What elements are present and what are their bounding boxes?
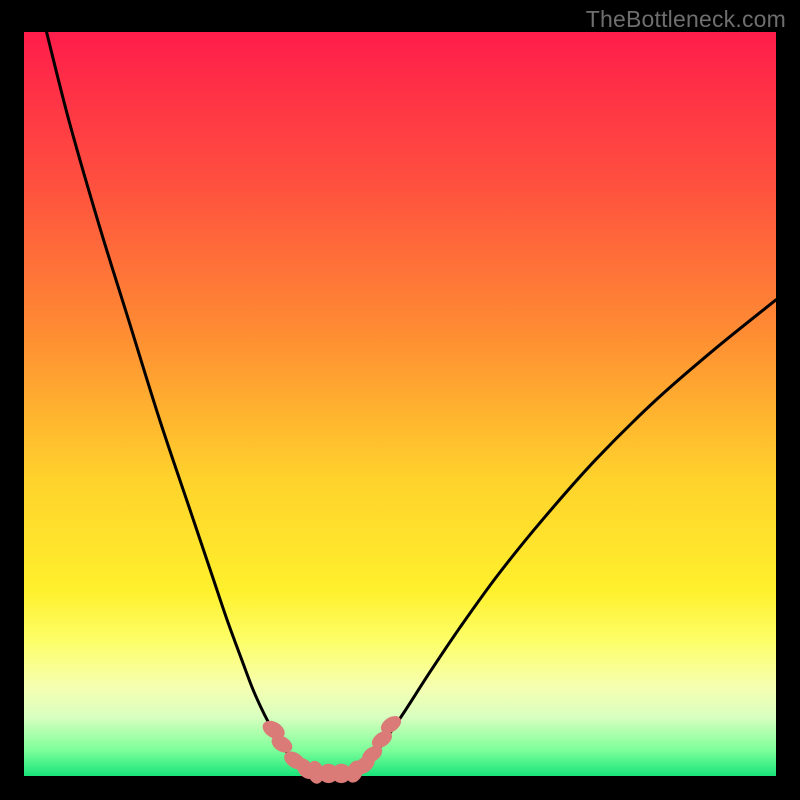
watermark-text: TheBottleneck.com [586, 6, 786, 33]
plot-background [24, 32, 776, 776]
bottleneck-curve-chart [0, 0, 800, 800]
chart-stage: TheBottleneck.com [0, 0, 800, 800]
